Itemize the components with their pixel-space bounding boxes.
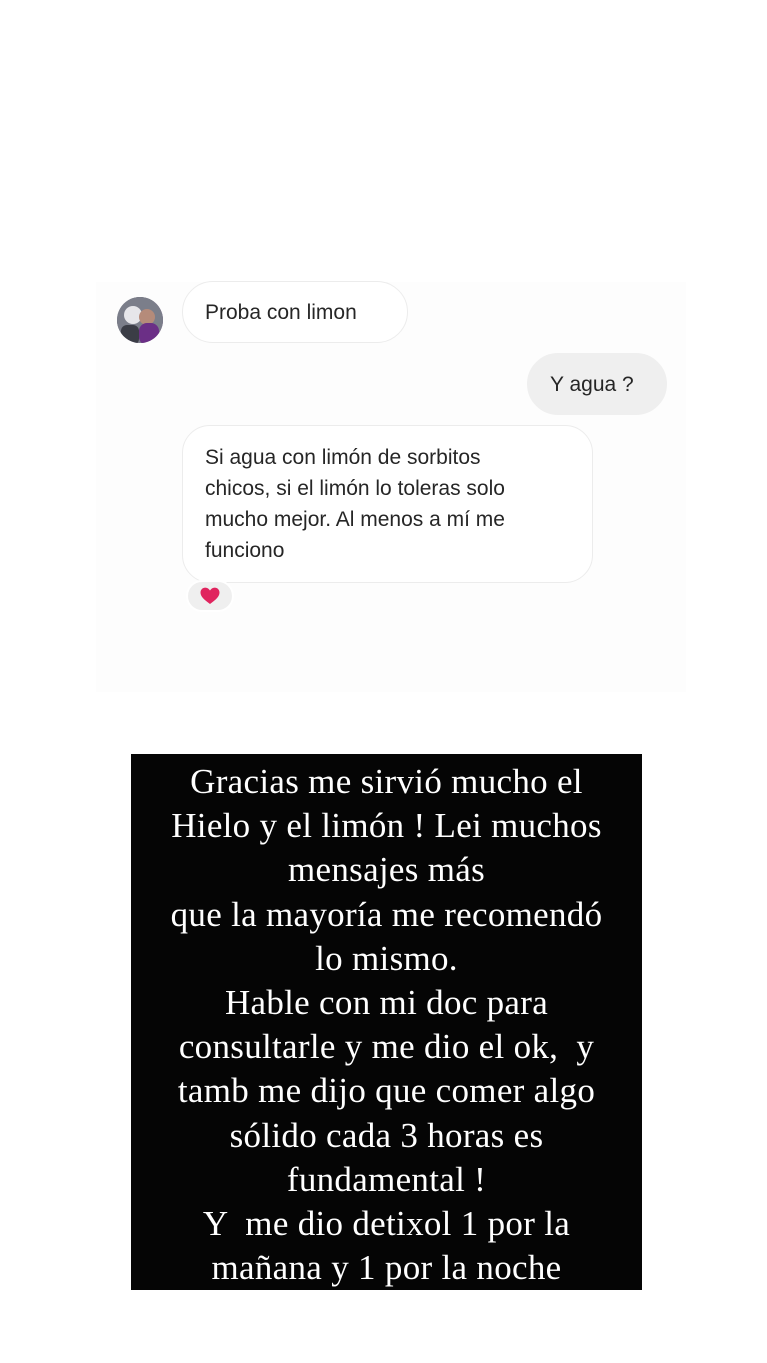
message-text-line: funciono	[205, 539, 285, 562]
message-text: Proba con limon	[205, 301, 357, 324]
note-line: sólido cada 3 horas es	[229, 1115, 544, 1155]
note-line: mañana y 1 por la noche	[211, 1248, 562, 1288]
avatar[interactable]	[117, 297, 163, 343]
note-line: mensajes más	[287, 850, 486, 890]
note-line: Gracias me sirvió mucho el	[190, 762, 583, 801]
message-text-line: Si agua con limón de sorbitos	[205, 446, 481, 469]
text-note-card: Gracias me sirvió mucho el Hielo y el li…	[131, 754, 642, 1290]
user-avatar-icon	[117, 297, 163, 343]
message-text-line: mucho mejor. Al menos a mí me	[205, 508, 505, 531]
message-bubble-received[interactable]: Si agua con limón de sorbitos chicos, si…	[182, 425, 593, 583]
note-line: Y me dio detixol 1 por la	[202, 1204, 571, 1244]
message-bubble-sent[interactable]: Y agua ?	[527, 353, 667, 415]
message-reaction[interactable]	[186, 580, 234, 612]
note-line: Hable con mi doc para	[224, 983, 549, 1023]
note-line: Hielo y el limón ! Lei muchos	[171, 806, 602, 846]
message-text: Y agua ?	[550, 373, 634, 396]
heart-icon	[200, 587, 220, 604]
note-line: lo mismo.	[315, 938, 458, 978]
note-line: tamb me dijo que comer algo	[177, 1071, 596, 1111]
note-line: fundamental !	[286, 1159, 487, 1199]
message-text-line: chicos, si el limón lo toleras solo	[205, 477, 505, 500]
note-line: consultarle y me dio el ok, y	[178, 1027, 595, 1067]
message-bubble-received[interactable]: Proba con limon	[182, 281, 408, 343]
note-line: que la mayoría me recomendó	[170, 894, 603, 934]
